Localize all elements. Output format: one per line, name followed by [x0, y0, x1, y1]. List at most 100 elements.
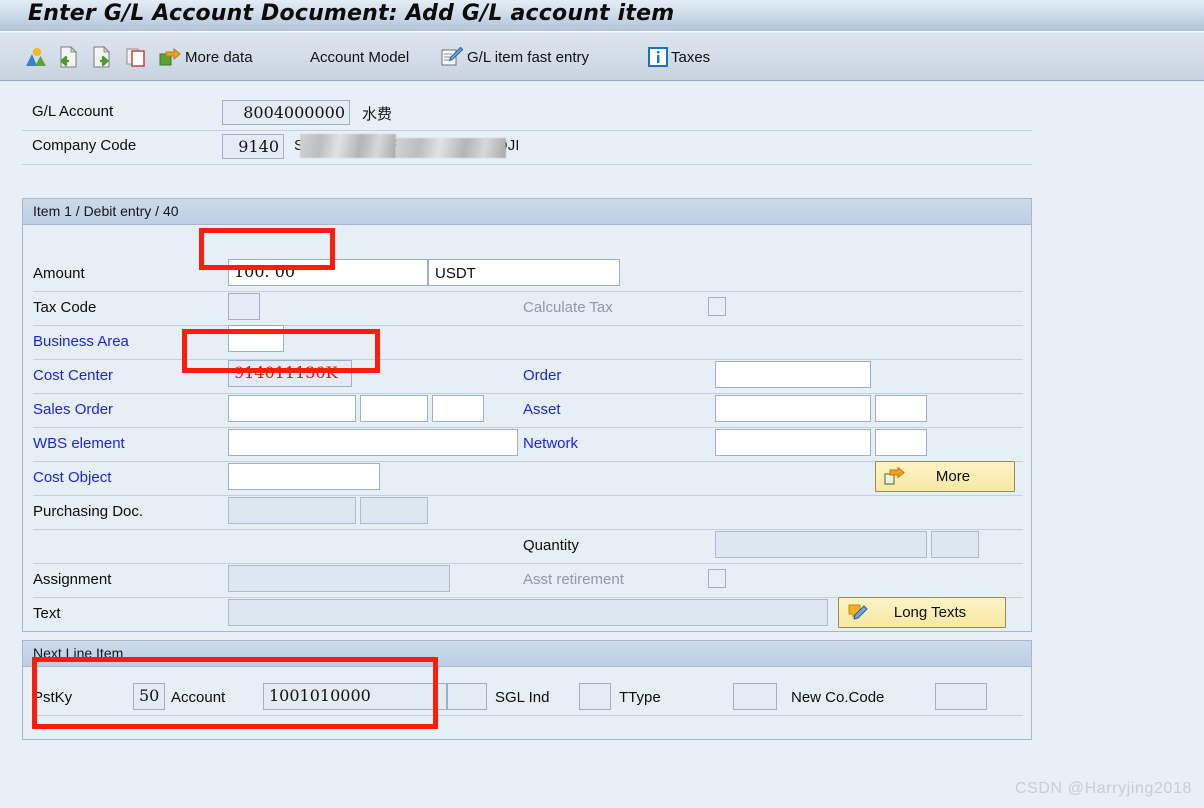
sales-order-input[interactable] [228, 395, 356, 422]
gl-account-description: 水费 [362, 106, 393, 123]
amount-label: Amount [33, 265, 85, 282]
window-title-bar: Enter G/L Account Document: Add G/L acco… [0, 0, 1204, 32]
asst-retirement-label: Asst retirement [523, 571, 624, 588]
picture-icon [24, 45, 48, 69]
quantity-unit-input[interactable] [931, 531, 979, 558]
company-code-label: Company Code [32, 137, 137, 154]
assignment-input[interactable] [228, 565, 450, 592]
toolbar-copy-button[interactable] [124, 33, 148, 81]
quantity-input[interactable] [715, 531, 927, 558]
toolbar-taxes-button[interactable]: Taxes [648, 33, 710, 81]
toolbar-account-model-button[interactable]: Account Model [310, 33, 409, 81]
row-divider [33, 427, 1023, 428]
purchasing-doc-item-input[interactable] [360, 497, 428, 524]
toolbar-gl-item-fast-entry-button[interactable]: G/L item fast entry [440, 33, 589, 81]
gl-account-value[interactable]: 8004000000 [222, 100, 350, 125]
asset-input[interactable] [715, 395, 871, 422]
long-texts-button[interactable]: Long Texts [838, 597, 1006, 628]
toolbar-more-data-button[interactable]: More data [158, 33, 253, 81]
company-code-value[interactable]: 9140 [222, 134, 284, 159]
network-label[interactable]: Network [523, 435, 578, 452]
item-panel-header: Item 1 / Debit entry / 40 [23, 199, 1031, 225]
amount-value: 100. 00 [234, 262, 296, 281]
text-label: Text [33, 605, 61, 622]
sales-order-item-input[interactable] [360, 395, 428, 422]
asset-subnumber-input[interactable] [875, 395, 927, 422]
long-texts-pencil-icon [847, 603, 869, 623]
row-divider [33, 291, 1023, 292]
sales-order-label[interactable]: Sales Order [33, 401, 113, 418]
business-area-label[interactable]: Business Area [33, 333, 129, 350]
pstky-input[interactable]: 50 [133, 683, 165, 710]
more-data-label: More data [185, 48, 253, 66]
row-divider [33, 393, 1023, 394]
order-input[interactable] [715, 361, 871, 388]
purchasing-doc-input[interactable] [228, 497, 356, 524]
assignment-label: Assignment [33, 571, 112, 588]
item-detail-panel: Item 1 / Debit entry / 40 Amount 100. 00… [22, 198, 1032, 632]
copy-icon [124, 45, 148, 69]
row-divider [33, 359, 1023, 360]
redaction-block [396, 138, 506, 158]
document-header-fields: G/L Account 8004000000 水费 Company Code 9… [22, 97, 1032, 165]
asset-label[interactable]: Asset [523, 401, 561, 418]
sgl-ind-label: SGL Ind [495, 689, 550, 706]
gl-account-label: G/L Account [32, 103, 114, 120]
next-line-item-panel: Next Line Item PstKy 50 Account 10010100… [22, 640, 1032, 740]
next-line-item-body: PstKy 50 Account 1001010000 SGL Ind TTyp… [23, 667, 1031, 739]
next-line-item-header: Next Line Item [23, 641, 1031, 667]
new-cocode-label: New Co.Code [791, 689, 885, 706]
prev-document-icon [56, 45, 80, 69]
order-label[interactable]: Order [523, 367, 561, 384]
sgl-ind-input[interactable] [579, 683, 611, 710]
sales-order-schedule-input[interactable] [432, 395, 484, 422]
more-button-label: More [935, 468, 971, 485]
quantity-label: Quantity [523, 537, 579, 554]
account-value: 1001010000 [269, 686, 371, 705]
toolbar-picture-button[interactable] [24, 33, 48, 81]
calculate-tax-checkbox[interactable] [708, 297, 726, 316]
more-button[interactable]: More [875, 461, 1015, 492]
row-divider [33, 325, 1023, 326]
redaction-block [300, 134, 396, 158]
watermark: CSDN @Harryjing2018 [1014, 780, 1192, 797]
account-model-label: Account Model [310, 48, 410, 66]
tax-code-input[interactable] [228, 293, 260, 320]
business-area-input[interactable] [228, 325, 284, 352]
wbs-element-label[interactable]: WBS element [33, 435, 125, 452]
ttype-input[interactable] [733, 683, 777, 710]
network-sub-input[interactable] [875, 429, 927, 456]
gl-fast-entry-label: G/L item fast entry [467, 48, 589, 66]
calculate-tax-label: Calculate Tax [523, 299, 613, 316]
cost-object-label[interactable]: Cost Object [33, 469, 111, 486]
cost-center-input[interactable]: 914011130K [228, 360, 352, 387]
new-cocode-input[interactable] [935, 683, 987, 710]
cost-center-value: 914011130K [234, 363, 338, 382]
row-divider [33, 529, 1023, 530]
item-panel-body: Amount 100. 00 USDT Tax Code Calculate T… [23, 225, 1031, 631]
toolbar-next-document-button[interactable] [90, 33, 114, 81]
toolbar-previous-document-button[interactable] [56, 33, 80, 81]
purchasing-doc-label: Purchasing Doc. [33, 503, 144, 520]
wbs-element-input[interactable] [228, 429, 518, 456]
currency-label: USDT [435, 265, 476, 282]
account-sub-input[interactable] [447, 683, 487, 710]
more-data-icon [158, 45, 182, 69]
asst-retirement-checkbox[interactable] [708, 569, 726, 588]
application-toolbar: More data Account Model G/L item fast en… [0, 33, 1204, 81]
cost-center-label[interactable]: Cost Center [33, 367, 113, 384]
more-folder-icon [884, 465, 906, 487]
ttype-label: TType [619, 689, 661, 706]
company-code-row: Company Code 9140 SAL■■■■■ TURKEY TEKNOL… [22, 131, 1032, 165]
tax-code-label: Tax Code [33, 299, 97, 316]
gl-account-row: G/L Account 8004000000 水费 [22, 97, 1032, 131]
page-title: Enter G/L Account Document: Add G/L acco… [28, 1, 675, 26]
row-divider [33, 563, 1023, 564]
taxes-info-icon [648, 47, 668, 67]
network-input[interactable] [715, 429, 871, 456]
cost-object-input[interactable] [228, 463, 380, 490]
next-document-icon [90, 45, 114, 69]
account-input[interactable]: 1001010000 [263, 683, 447, 710]
amount-input[interactable]: 100. 00 [228, 259, 428, 286]
text-input[interactable] [228, 599, 828, 626]
